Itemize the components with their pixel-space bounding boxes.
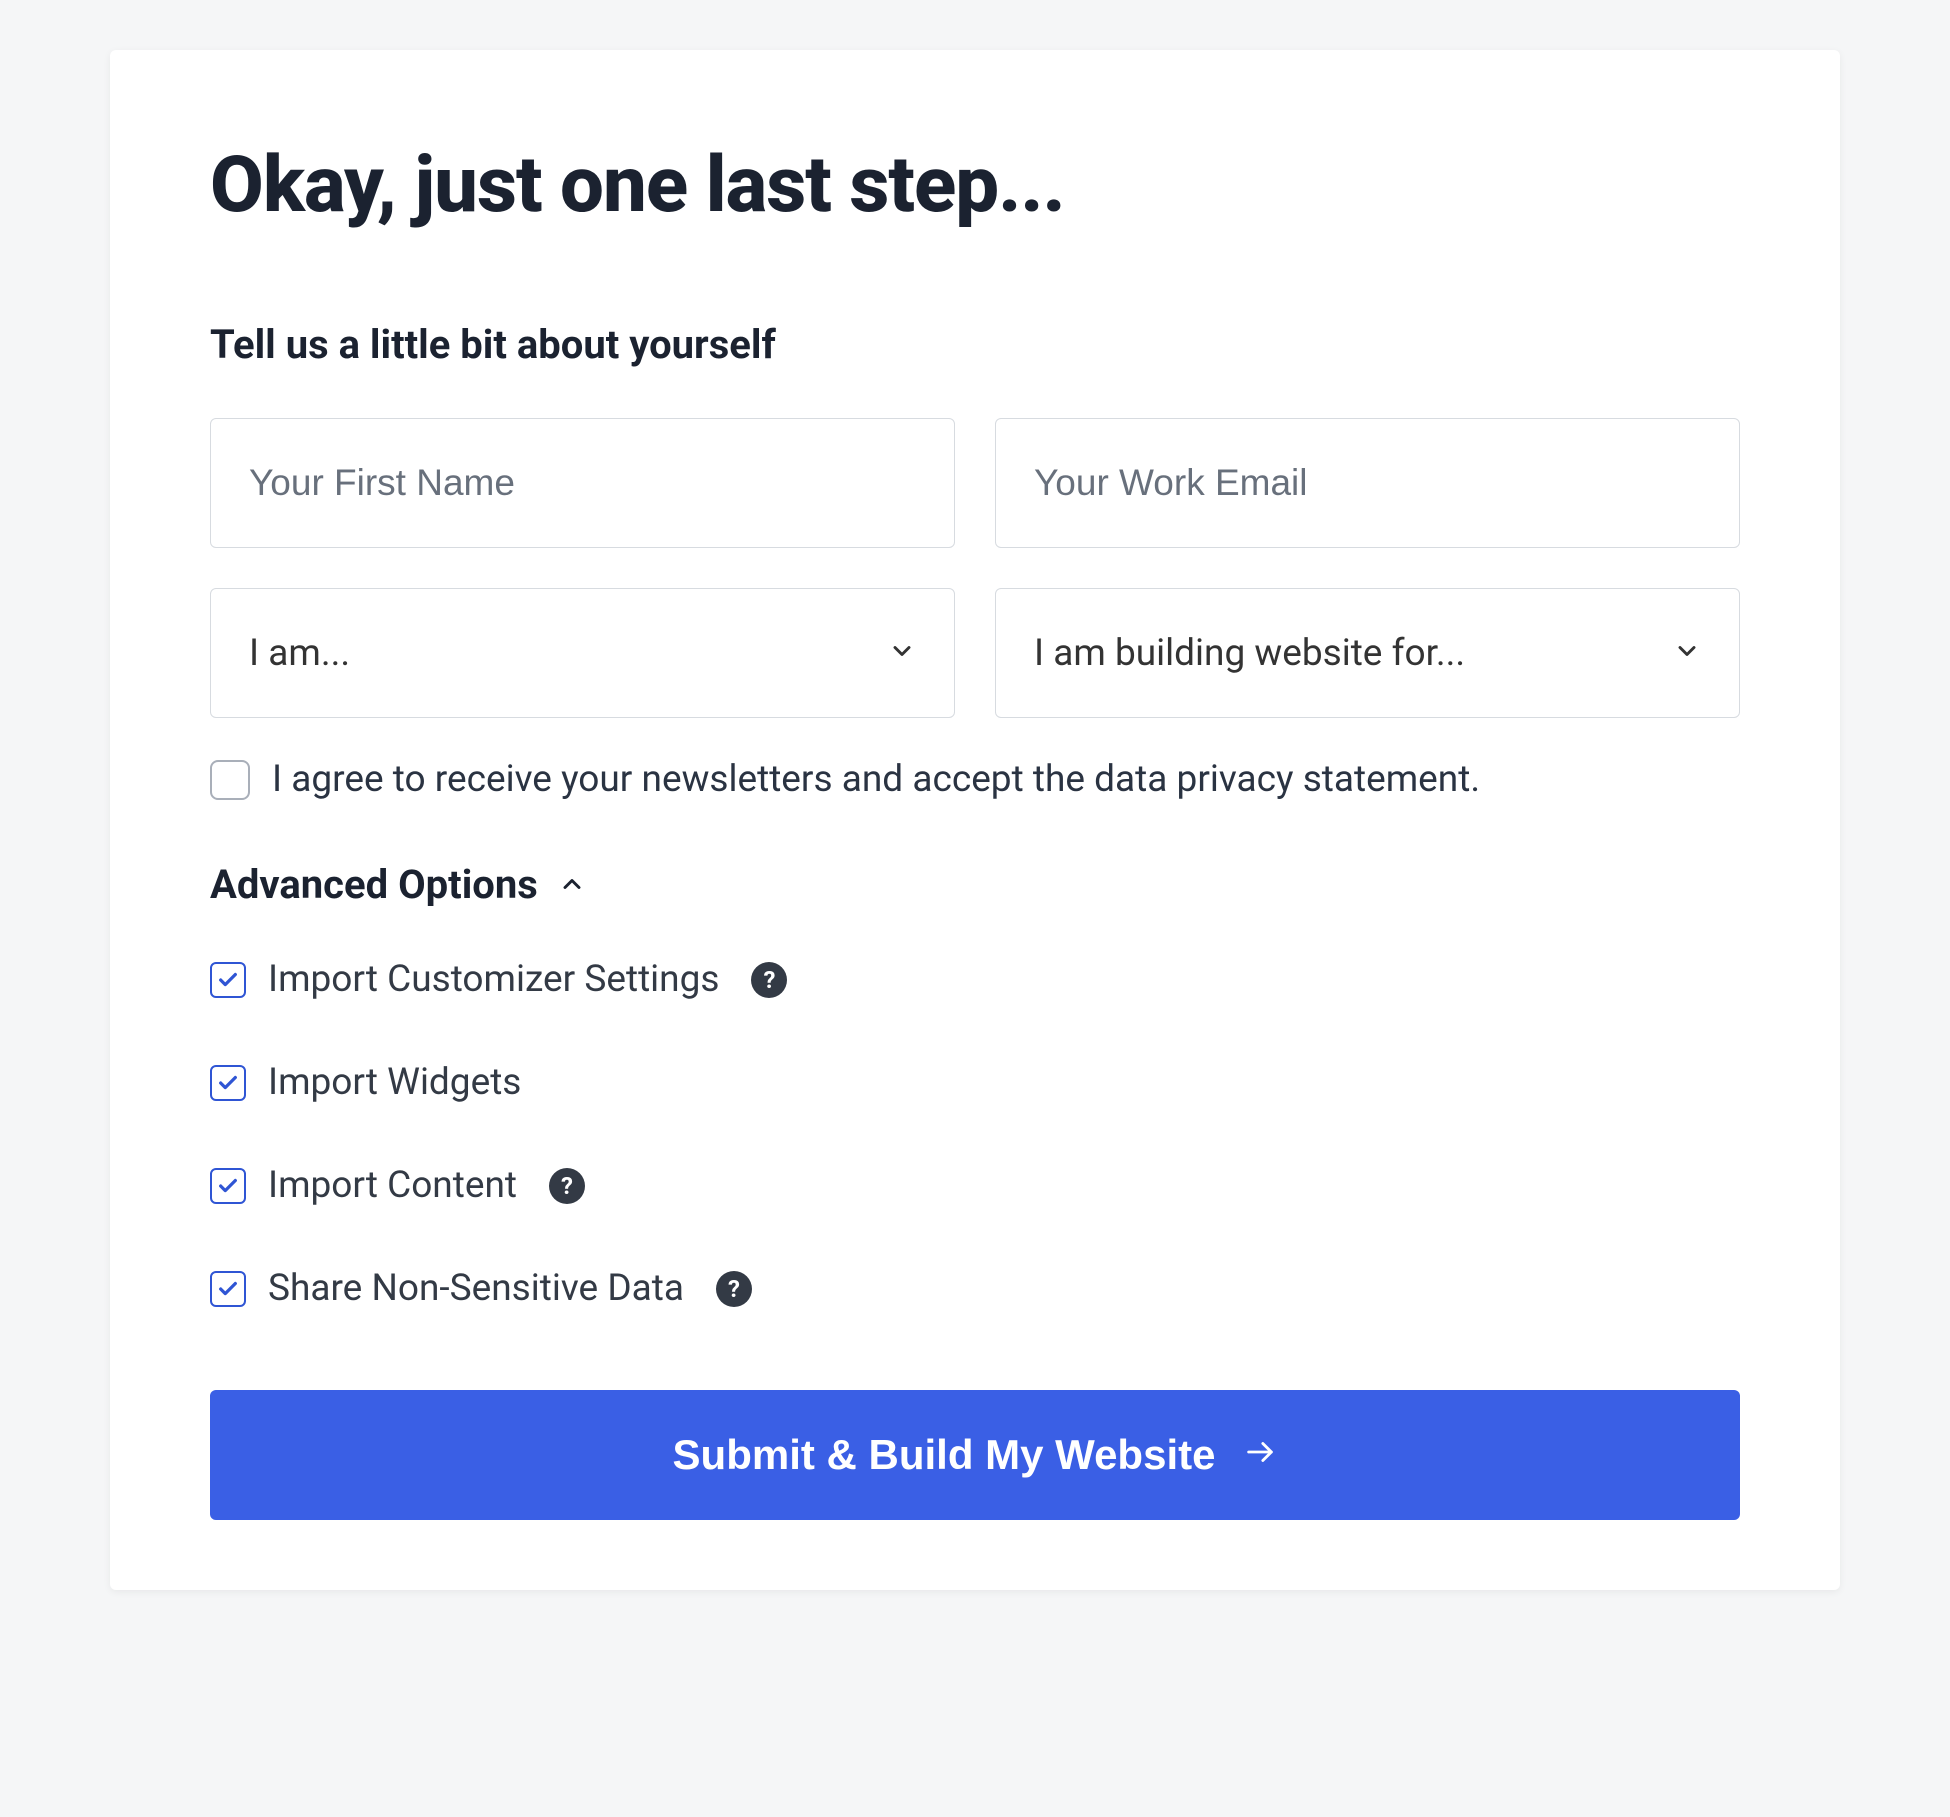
option-label: Import Customizer Settings (268, 958, 719, 1001)
consent-row: I agree to receive your newsletters and … (210, 758, 1740, 801)
help-icon[interactable]: ? (751, 962, 787, 998)
help-icon[interactable]: ? (716, 1271, 752, 1307)
role-select[interactable]: I am... (210, 588, 955, 718)
email-input[interactable] (1034, 462, 1701, 504)
submit-button[interactable]: Submit & Build My Website (210, 1390, 1740, 1520)
option-import-content: Import Content ? (210, 1164, 1740, 1207)
first-name-input[interactable] (249, 462, 916, 504)
option-label: Import Content (268, 1164, 517, 1207)
chevron-up-icon (558, 861, 586, 908)
option-checkbox[interactable] (210, 1065, 246, 1101)
arrow-right-icon (1243, 1431, 1277, 1479)
consent-label: I agree to receive your newsletters and … (272, 758, 1480, 801)
input-row-2: I am... I am building website for... (210, 588, 1740, 718)
option-share-data: Share Non-Sensitive Data ? (210, 1267, 1740, 1310)
email-field-wrap (995, 418, 1740, 548)
option-import-widgets: Import Widgets (210, 1061, 1740, 1104)
option-checkbox[interactable] (210, 1168, 246, 1204)
onboarding-card: Okay, just one last step... Tell us a li… (110, 50, 1840, 1590)
submit-label: Submit & Build My Website (673, 1431, 1216, 1479)
page-title: Okay, just one last step... (210, 140, 1740, 231)
option-import-customizer: Import Customizer Settings ? (210, 958, 1740, 1001)
option-checkbox[interactable] (210, 962, 246, 998)
building-for-select-text: I am building website for... (1034, 632, 1465, 675)
help-icon[interactable]: ? (549, 1168, 585, 1204)
advanced-toggle[interactable]: Advanced Options (210, 861, 1740, 908)
chevron-down-icon (888, 632, 916, 675)
building-for-select[interactable]: I am building website for... (995, 588, 1740, 718)
input-row-1 (210, 418, 1740, 548)
consent-checkbox[interactable] (210, 760, 250, 800)
chevron-down-icon (1673, 632, 1701, 675)
option-label: Import Widgets (268, 1061, 521, 1104)
option-checkbox[interactable] (210, 1271, 246, 1307)
section-subtitle: Tell us a little bit about yourself (210, 321, 1740, 368)
first-name-field-wrap (210, 418, 955, 548)
role-select-text: I am... (249, 632, 350, 675)
option-label: Share Non-Sensitive Data (268, 1267, 684, 1310)
advanced-label: Advanced Options (210, 861, 538, 908)
